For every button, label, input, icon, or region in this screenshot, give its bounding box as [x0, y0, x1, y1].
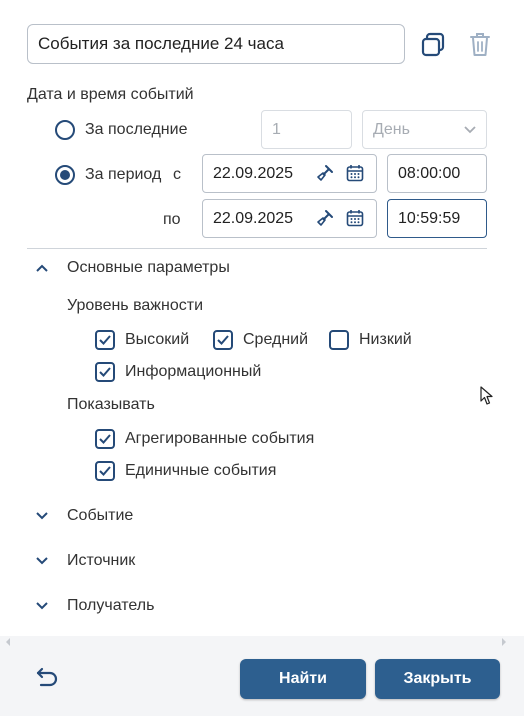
scroll-right-icon[interactable]: [500, 637, 508, 647]
last-unit-select[interactable]: День: [362, 110, 487, 149]
chevron-down-icon: [35, 554, 49, 568]
radio-period[interactable]: [55, 165, 75, 185]
chevron-up-icon: [35, 261, 49, 275]
mouse-cursor-icon: [480, 386, 493, 405]
brush-icon[interactable]: [316, 209, 334, 227]
copy-icon[interactable]: [419, 31, 447, 59]
section-recipient-label: Получатель: [67, 597, 155, 614]
radio-last[interactable]: [55, 120, 75, 140]
checkbox-label: Средний: [243, 331, 309, 348]
checkbox-label: Агрегированные события: [125, 430, 315, 447]
checkbox-label: Информационный: [125, 363, 262, 380]
checkbox-label: Низкий: [359, 331, 412, 348]
checkbox-unchecked: [329, 330, 349, 350]
checkbox-checked: [213, 330, 233, 350]
calendar-icon[interactable]: [346, 164, 364, 182]
check-icon: [217, 335, 229, 345]
to-time-input[interactable]: 10:59:59: [387, 199, 487, 238]
checkbox-severity-high[interactable]: Высокий: [95, 330, 189, 350]
checkbox-checked: [95, 429, 115, 449]
last-unit-value: День: [373, 120, 410, 138]
scroll-left-icon[interactable]: [4, 637, 12, 647]
from-date-input[interactable]: 22.09.2025: [202, 154, 377, 193]
to-date-value: 22.09.2025: [213, 209, 294, 227]
calendar-icon[interactable]: [346, 209, 364, 227]
to-label: по: [163, 211, 181, 228]
check-icon: [99, 367, 111, 377]
trash-icon[interactable]: [466, 31, 494, 59]
section-source-label: Источник: [67, 552, 136, 569]
datetime-section-label: Дата и время событий: [27, 86, 194, 103]
checkbox-severity-low[interactable]: Низкий: [329, 330, 412, 350]
checkbox-aggregated[interactable]: Агрегированные события: [95, 429, 314, 449]
check-icon: [99, 466, 111, 476]
from-date-value: 22.09.2025: [213, 164, 294, 182]
check-icon: [99, 335, 111, 345]
close-button[interactable]: Закрыть: [375, 659, 500, 699]
section-main-params[interactable]: Основные параметры: [35, 259, 230, 277]
filter-name-input[interactable]: События за последние 24 часа: [27, 24, 405, 64]
section-recipient[interactable]: Получатель: [35, 597, 154, 615]
chevron-down-icon: [464, 125, 476, 133]
section-event-label: Событие: [67, 507, 134, 524]
last-count-input[interactable]: 1: [261, 110, 352, 149]
from-time-input[interactable]: 08:00:00: [387, 154, 487, 193]
chevron-down-icon: [35, 599, 49, 613]
show-label: Показывать: [67, 396, 155, 413]
checkbox-checked: [95, 362, 115, 382]
severity-label: Уровень важности: [67, 297, 203, 314]
checkbox-label: Высокий: [125, 331, 190, 348]
undo-icon[interactable]: [35, 666, 59, 688]
to-date-input[interactable]: 22.09.2025: [202, 199, 377, 238]
divider: [27, 248, 487, 249]
from-label: с: [173, 166, 181, 183]
checkbox-label: Единичные события: [125, 462, 277, 479]
checkbox-severity-info[interactable]: Информационный: [95, 362, 261, 382]
check-icon: [99, 434, 111, 444]
section-main-params-label: Основные параметры: [67, 259, 230, 276]
chevron-down-icon: [35, 509, 49, 523]
checkbox-checked: [95, 461, 115, 481]
radio-period-label: За период: [85, 166, 162, 183]
radio-selected-dot: [60, 170, 70, 180]
checkbox-checked: [95, 330, 115, 350]
find-button[interactable]: Найти: [240, 659, 366, 699]
radio-last-label: За последние: [85, 121, 188, 138]
checkbox-single[interactable]: Единичные события: [95, 461, 276, 481]
brush-icon[interactable]: [316, 164, 334, 182]
section-source[interactable]: Источник: [35, 552, 135, 570]
checkbox-severity-medium[interactable]: Средний: [213, 330, 308, 350]
section-event[interactable]: Событие: [35, 507, 133, 525]
